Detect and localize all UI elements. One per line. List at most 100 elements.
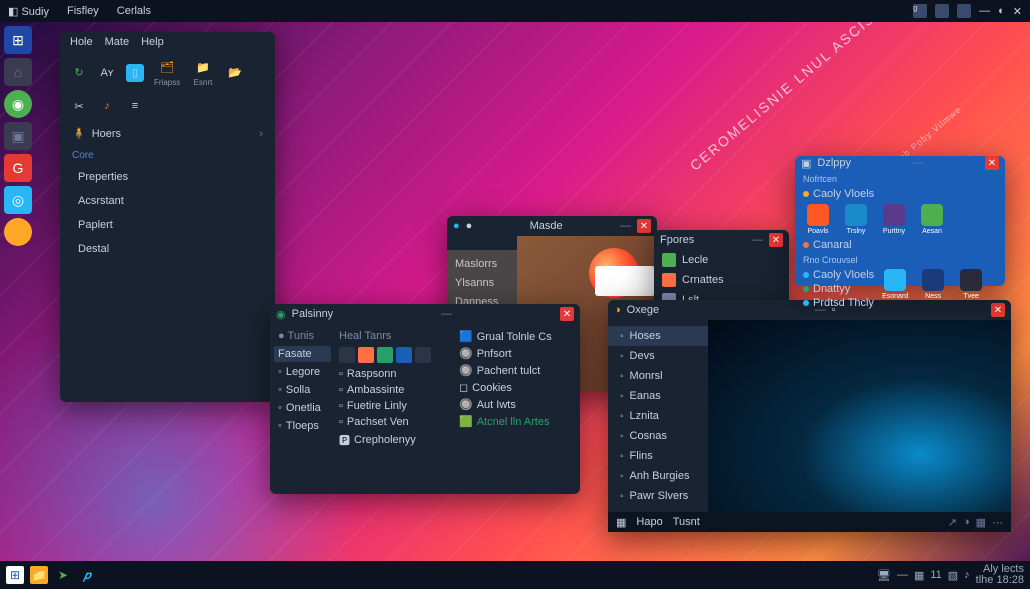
- music-icon[interactable]: ♪: [98, 97, 116, 115]
- tray-icon[interactable]: 11: [930, 569, 941, 581]
- list-item[interactable]: ◦ Solla: [274, 382, 331, 398]
- dock-apps-icon[interactable]: ⊞: [4, 26, 32, 54]
- swatch[interactable]: [339, 347, 355, 363]
- sidebar-item[interactable]: ◦ Devs: [608, 346, 708, 366]
- item-acsrstant[interactable]: Acsrstant: [60, 189, 275, 213]
- close-button[interactable]: ✕: [637, 219, 651, 233]
- list-item[interactable]: ◦ Onetlia: [274, 400, 331, 416]
- status-item[interactable]: Tusnt: [673, 516, 700, 528]
- minimize-button[interactable]: —: [441, 308, 452, 320]
- app-launcher[interactable]: Aesan: [917, 204, 947, 235]
- close-button[interactable]: ✕: [560, 307, 574, 321]
- status-item[interactable]: Hapo: [636, 516, 662, 528]
- sidebar-item[interactable]: ◦ Eanas: [608, 386, 708, 406]
- list-item[interactable]: Canaral: [803, 239, 997, 251]
- taskbar-icon[interactable]: ➤: [54, 566, 72, 584]
- item-destal[interactable]: Destal: [60, 237, 275, 261]
- fport-row[interactable]: Crnattes: [654, 270, 789, 290]
- list-item[interactable]: Caoly Vloels: [803, 188, 997, 200]
- list-item[interactable]: Prdtsd Thcly: [803, 297, 874, 309]
- tray-icon[interactable]: ✕: [1013, 5, 1022, 18]
- close-button[interactable]: ✕: [985, 156, 999, 170]
- app-launcher[interactable]: Trslny: [841, 204, 871, 235]
- minimize-button[interactable]: —: [913, 157, 924, 169]
- refresh-icon[interactable]: ↻: [70, 64, 88, 82]
- tool-icon[interactable]: ▯: [126, 64, 144, 82]
- tray-icon[interactable]: ◐: [998, 5, 1005, 17]
- menu-help[interactable]: Help: [141, 36, 164, 48]
- list-item[interactable]: Dnattyy: [803, 283, 874, 295]
- folder-icon[interactable]: 🗂: [158, 58, 176, 76]
- sidebar-item[interactable]: ◦ Lznita: [608, 406, 708, 426]
- app-launcher[interactable]: Ness: [918, 269, 948, 309]
- dock-icon[interactable]: ▣: [4, 122, 32, 150]
- dock-icon[interactable]: ◎: [4, 186, 32, 214]
- list-item[interactable]: ▫ Fuetire Linly: [339, 398, 451, 414]
- tray-icon[interactable]: ♪: [964, 569, 970, 581]
- item-preperties[interactable]: Preperties: [60, 165, 275, 189]
- tray-icon[interactable]: ᵍ: [913, 4, 927, 18]
- tray-icon[interactable]: ▧: [948, 569, 958, 582]
- status-icon[interactable]: ↗: [948, 516, 957, 529]
- dock-icon[interactable]: ⌂: [4, 58, 32, 86]
- app-launcher[interactable]: Esonard: [880, 269, 910, 309]
- sidebar-item[interactable]: ◦ Flins: [608, 446, 708, 466]
- side-item[interactable]: Maslorrs: [451, 256, 513, 272]
- list-item[interactable]: ▫ Pachset Ven: [339, 414, 451, 430]
- list-item[interactable]: 🟩 Atcnel lln Artes: [459, 413, 576, 430]
- swatch[interactable]: [396, 347, 412, 363]
- taskbar-icon[interactable]: 𝒑: [78, 566, 96, 584]
- list-item[interactable]: ◦ Legore: [274, 364, 331, 380]
- app-launcher[interactable]: Tvee: [956, 269, 986, 309]
- minimize-button[interactable]: —: [752, 234, 763, 246]
- clock[interactable]: Aly lects tlhe 18:28: [976, 564, 1024, 586]
- swatch[interactable]: [377, 347, 393, 363]
- list-item[interactable]: Fasate: [274, 346, 331, 362]
- list-item[interactable]: ▫ Ambassinte: [339, 382, 451, 398]
- minimize-button[interactable]: —: [620, 220, 631, 232]
- sidebar-item[interactable]: ◦ Hoses: [608, 326, 708, 346]
- list-item[interactable]: ▫ Raspsonn: [339, 366, 451, 382]
- status-icon[interactable]: ▦: [616, 516, 626, 529]
- app-name[interactable]: ◧ Sudiy: [8, 5, 49, 18]
- list-item[interactable]: 🅿 Crepholenyy: [339, 430, 451, 450]
- item-paplert[interactable]: Paplert: [60, 213, 275, 237]
- status-icon[interactable]: ⋯: [992, 516, 1003, 529]
- tray-icon[interactable]: —: [979, 5, 990, 17]
- list-icon[interactable]: ≡: [126, 97, 144, 115]
- start-button[interactable]: ⊞: [6, 566, 24, 584]
- taskbar-icon[interactable]: 📁: [30, 566, 48, 584]
- list-item[interactable]: Caoly Vloels: [803, 269, 874, 281]
- side-item[interactable]: Ylsanns: [451, 275, 513, 291]
- fport-row[interactable]: Lecle: [654, 250, 789, 270]
- menu-hole[interactable]: Hole: [70, 36, 93, 48]
- menu-mate[interactable]: Mate: [105, 36, 129, 48]
- status-icon[interactable]: ▦: [976, 516, 986, 529]
- status-icon[interactable]: ◑: [963, 516, 970, 529]
- swatch[interactable]: [415, 347, 431, 363]
- sidebar-item[interactable]: ◦ Monrsl: [608, 366, 708, 386]
- close-button[interactable]: ✕: [769, 233, 783, 247]
- list-item[interactable]: 🟦 Grual Tolnle Cs: [459, 328, 576, 345]
- dock-icon[interactable]: G: [4, 154, 32, 182]
- section-hoers[interactable]: 🧍 Hoers ›: [60, 121, 275, 146]
- tray-icon[interactable]: [935, 4, 949, 18]
- sidebar-item[interactable]: ◦ Anh Burgies: [608, 466, 708, 486]
- app-launcher[interactable]: Purttny: [879, 204, 909, 235]
- app-launcher[interactable]: Poavls: [803, 204, 833, 235]
- tray-icon[interactable]: 🖥: [877, 569, 891, 582]
- list-item[interactable]: ◻ Cookies: [459, 379, 576, 396]
- list-item[interactable]: 🔘 Pachent tulct: [459, 362, 576, 379]
- tray-icon[interactable]: [957, 4, 971, 18]
- dock-icon[interactable]: ◉: [4, 90, 32, 118]
- sidebar-item[interactable]: ◦ Cosnas: [608, 426, 708, 446]
- tool-icon[interactable]: Aʏ: [98, 64, 116, 82]
- menu-fisfley[interactable]: Fisfley: [67, 5, 99, 17]
- list-item[interactable]: 🔘 Aut Iwts: [459, 396, 576, 413]
- list-item[interactable]: 🔘 Pnfsort: [459, 345, 576, 362]
- folder-icon[interactable]: 📂: [226, 64, 244, 82]
- tray-icon[interactable]: —: [897, 569, 908, 581]
- swatch[interactable]: [358, 347, 374, 363]
- folder-icon[interactable]: 📁: [194, 58, 212, 76]
- dock-icon[interactable]: [4, 218, 32, 246]
